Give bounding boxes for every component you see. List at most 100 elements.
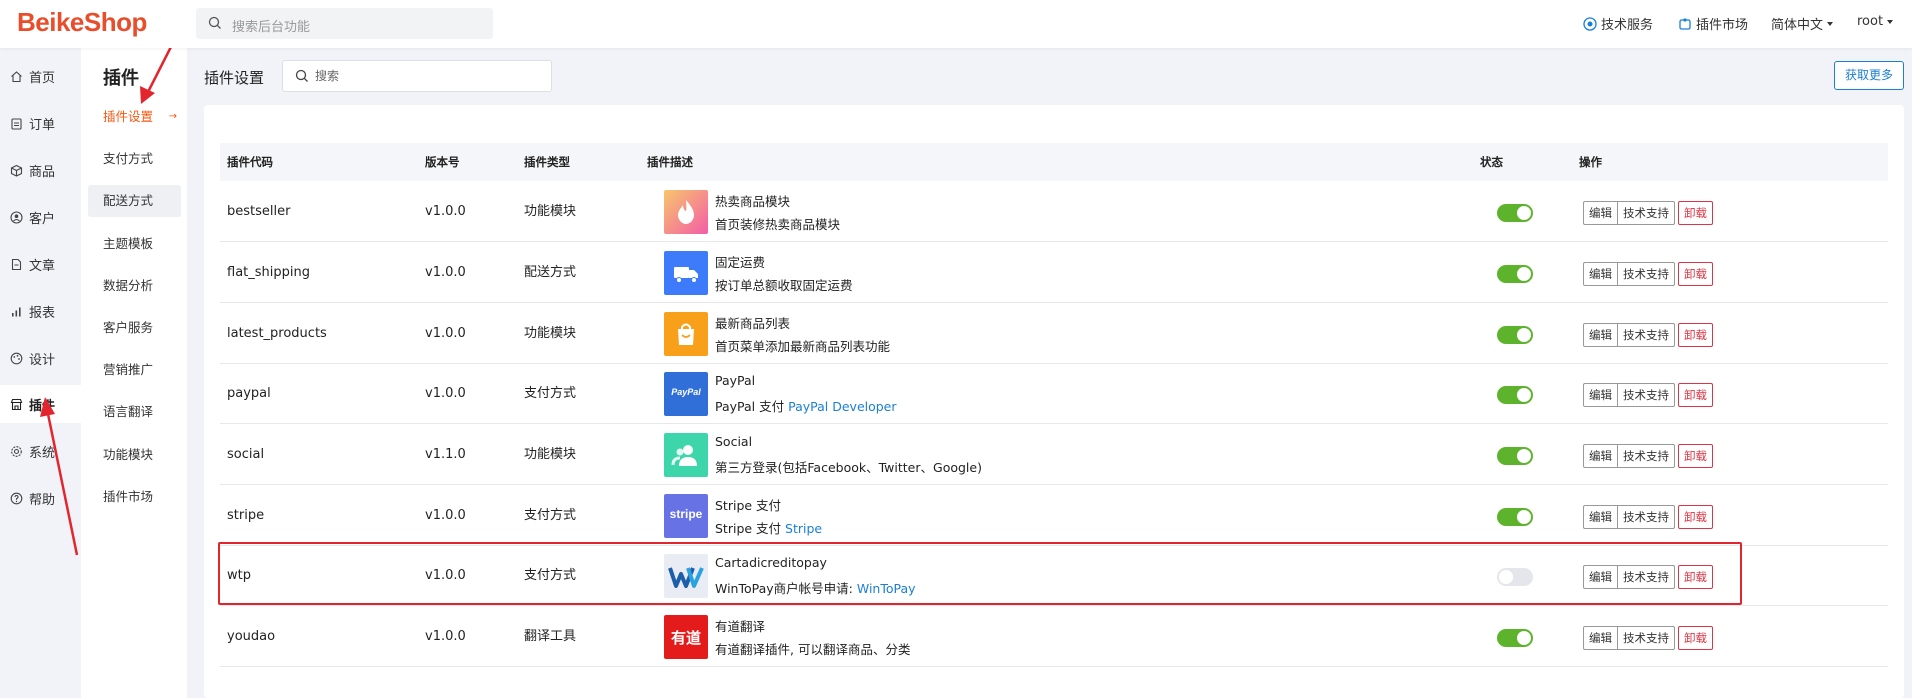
subnav-item-plugin-settings[interactable]: 插件设置 → bbox=[88, 101, 181, 133]
tech-service-label: 技术服务 bbox=[1601, 18, 1654, 33]
paypal-icon-text: PayPal bbox=[671, 387, 701, 397]
sidebar-item-home[interactable]: 首页 bbox=[0, 57, 81, 95]
subnav-item-modules[interactable]: 功能模块 bbox=[88, 439, 181, 471]
question-icon bbox=[10, 492, 23, 504]
edit-button[interactable]: 编辑 bbox=[1583, 262, 1618, 286]
tech-support-button[interactable]: 技术支持 bbox=[1617, 505, 1675, 529]
table-row: latest_products v1.0.0 功能模块 最新商品列表 首页菜单添… bbox=[220, 304, 1888, 364]
plugin-search-input[interactable] bbox=[315, 67, 535, 85]
subnav-item-label: 主题模板 bbox=[103, 236, 154, 251]
edit-button[interactable]: 编辑 bbox=[1583, 626, 1618, 650]
headset-icon bbox=[1583, 16, 1597, 31]
sidebar-item-design[interactable]: 设计 bbox=[0, 339, 81, 377]
table-row: social v1.1.0 功能模块 Social 第三方登录(包括Facebo… bbox=[220, 425, 1888, 485]
uninstall-button[interactable]: 卸载 bbox=[1678, 505, 1713, 529]
language-dropdown[interactable]: 简体中文 bbox=[1771, 14, 1834, 33]
tech-service-link[interactable]: 技术服务 bbox=[1583, 14, 1653, 33]
subnav-item-marketing[interactable]: 营销推广 bbox=[88, 354, 181, 386]
plugin-desc: 第三方登录(包括Facebook、Twitter、Google) bbox=[715, 460, 982, 475]
plugin-table-card: 插件代码 版本号 插件类型 插件描述 状态 操作 bestseller v1.0… bbox=[204, 105, 1904, 698]
uninstall-button[interactable]: 卸载 bbox=[1678, 262, 1713, 286]
uninstall-button[interactable]: 卸载 bbox=[1678, 626, 1713, 650]
get-more-button[interactable]: 获取更多 bbox=[1834, 61, 1904, 90]
table-row: youdao v1.0.0 翻译工具 有道 有道翻译 有道翻译插件, 可以翻译商… bbox=[220, 607, 1888, 667]
uninstall-button[interactable]: 卸载 bbox=[1678, 444, 1713, 468]
plugin-desc: 按订单总额收取固定运费 bbox=[715, 278, 853, 293]
edit-button[interactable]: 编辑 bbox=[1583, 201, 1618, 225]
uninstall-button[interactable]: 卸载 bbox=[1678, 201, 1713, 225]
status-toggle[interactable] bbox=[1497, 386, 1533, 404]
sidebar-item-help[interactable]: 帮助 bbox=[0, 479, 81, 517]
plugin-market-link[interactable]: 插件市场 bbox=[1678, 14, 1748, 33]
edit-button[interactable]: 编辑 bbox=[1583, 505, 1618, 529]
sidebar-item-system[interactable]: 系统 bbox=[0, 432, 81, 470]
logo[interactable]: BeikeShop bbox=[17, 7, 147, 38]
subnav-item-plugin-market[interactable]: 插件市场 bbox=[88, 481, 181, 513]
tech-support-button[interactable]: 技术支持 bbox=[1617, 323, 1675, 347]
row-actions: 编辑 技术支持 卸载 bbox=[1583, 505, 1713, 529]
table-row: bestseller v1.0.0 功能模块 热卖商品模块 首页装修热卖商品模块… bbox=[220, 182, 1888, 242]
status-toggle[interactable] bbox=[1497, 629, 1533, 647]
col-code: 插件代码 bbox=[227, 155, 273, 169]
tech-support-button[interactable]: 技术支持 bbox=[1617, 262, 1675, 286]
subnav-item-analytics[interactable]: 数据分析 bbox=[88, 270, 181, 302]
plugin-code: bestseller bbox=[227, 204, 291, 219]
sidebar-item-orders[interactable]: 订单 bbox=[0, 104, 81, 142]
home-icon bbox=[11, 70, 22, 82]
sidebar-item-articles[interactable]: 文章 bbox=[0, 245, 81, 283]
row-actions: 编辑 技术支持 卸载 bbox=[1583, 444, 1713, 468]
plugin-link[interactable]: Stripe bbox=[785, 521, 822, 536]
plugin-type: 翻译工具 bbox=[524, 629, 577, 644]
uninstall-button[interactable]: 卸载 bbox=[1678, 323, 1713, 347]
global-search-input[interactable]: 搜索后台功能 bbox=[196, 8, 493, 39]
status-toggle[interactable] bbox=[1497, 447, 1533, 465]
tech-support-button[interactable]: 技术支持 bbox=[1617, 383, 1675, 407]
user-dropdown[interactable]: root bbox=[1857, 14, 1894, 29]
status-toggle[interactable] bbox=[1497, 326, 1533, 344]
tech-support-button[interactable]: 技术支持 bbox=[1617, 565, 1675, 589]
subnav-item-translation[interactable]: 语言翻译 bbox=[88, 396, 181, 428]
sidebar-item-label: 客户 bbox=[29, 211, 56, 227]
plugin-link[interactable]: PayPal Developer bbox=[788, 399, 896, 414]
status-toggle[interactable] bbox=[1497, 508, 1533, 526]
sidebar-item-plugins[interactable]: 插件 bbox=[0, 385, 81, 423]
uninstall-button[interactable]: 卸载 bbox=[1678, 383, 1713, 407]
plugin-name: 有道翻译 bbox=[715, 619, 766, 634]
document-icon bbox=[11, 258, 22, 270]
sidebar-item-products[interactable]: 商品 bbox=[0, 151, 81, 189]
plugin-code: stripe bbox=[227, 508, 265, 523]
edit-button[interactable]: 编辑 bbox=[1583, 383, 1618, 407]
main-sidebar: 首页 订单 商品 客户 文章 报表 设计 插件 系统 帮助 bbox=[0, 48, 81, 698]
subnav-item-label: 插件市场 bbox=[103, 489, 154, 504]
row-actions: 编辑 技术支持 卸载 bbox=[1583, 383, 1713, 407]
sidebar-item-label: 帮助 bbox=[29, 492, 56, 508]
plugin-desc-text: 第三方登录(包括Facebook、Twitter、Google) bbox=[715, 457, 982, 476]
subnav-item-shipping[interactable]: 配送方式 bbox=[88, 185, 181, 217]
uninstall-button[interactable]: 卸载 bbox=[1678, 565, 1713, 589]
top-bar: BeikeShop 搜索后台功能 技术服务 插件市场 简体中文 root bbox=[0, 0, 1912, 48]
sidebar-item-reports[interactable]: 报表 bbox=[0, 292, 81, 330]
plugin-type: 支付方式 bbox=[524, 568, 577, 583]
status-toggle[interactable] bbox=[1497, 265, 1533, 283]
subnav-item-label: 支付方式 bbox=[103, 151, 154, 166]
plugin-type: 支付方式 bbox=[524, 508, 577, 523]
plugin-link[interactable]: WinToPay bbox=[857, 581, 916, 596]
tech-support-button[interactable]: 技术支持 bbox=[1617, 444, 1675, 468]
subnav-item-themes[interactable]: 主题模板 bbox=[88, 228, 181, 260]
tech-support-button[interactable]: 技术支持 bbox=[1617, 201, 1675, 225]
plugin-version: v1.1.0 bbox=[425, 447, 466, 462]
edit-button[interactable]: 编辑 bbox=[1583, 323, 1618, 347]
status-toggle[interactable] bbox=[1497, 568, 1533, 586]
edit-button[interactable]: 编辑 bbox=[1583, 565, 1618, 589]
subnav-item-label: 语言翻译 bbox=[103, 404, 154, 419]
status-toggle[interactable] bbox=[1497, 204, 1533, 222]
stripe-icon-text: stripe bbox=[669, 507, 703, 521]
subnav-item-label: 配送方式 bbox=[103, 193, 154, 208]
tech-support-button[interactable]: 技术支持 bbox=[1617, 626, 1675, 650]
plugin-desc: PayPal 支付 bbox=[715, 399, 785, 414]
sidebar-item-customers[interactable]: 客户 bbox=[0, 198, 81, 236]
edit-button[interactable]: 编辑 bbox=[1583, 444, 1618, 468]
subnav-item-customer-service[interactable]: 客户服务 bbox=[88, 312, 181, 344]
subnav-item-payment[interactable]: 支付方式 bbox=[88, 143, 181, 175]
plugin-version: v1.0.0 bbox=[425, 568, 466, 583]
